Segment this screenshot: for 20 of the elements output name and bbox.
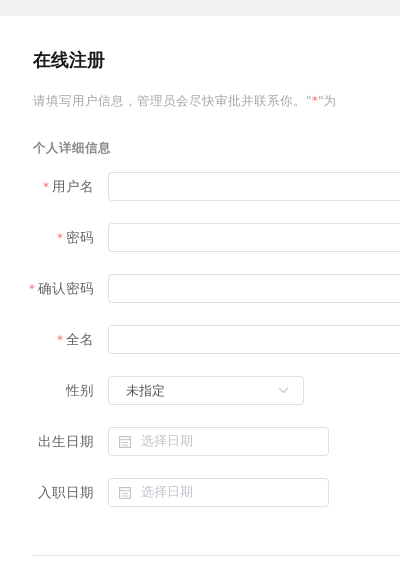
page-title: 在线注册 <box>33 49 106 73</box>
field-label: * 密码 <box>56 228 95 246</box>
text-input[interactable] <box>108 274 400 303</box>
date-input[interactable]: 选择日期 <box>108 427 329 456</box>
text-input[interactable] <box>108 223 400 252</box>
field-label: * 用户名 <box>42 178 95 196</box>
gender-select[interactable]: 未指定 <box>108 376 304 405</box>
text-input[interactable] <box>108 325 400 354</box>
text-input[interactable] <box>108 172 400 201</box>
field-label: 性别 <box>64 382 95 400</box>
section-heading: 个人详细信息 <box>33 139 112 157</box>
form-description: 请填写用户信息，管理员会尽快审批并联系你。"*"为 <box>33 92 338 110</box>
field-label: * 确认密码 <box>28 280 95 298</box>
field-label: 出生日期 <box>37 432 95 450</box>
calendar-icon <box>119 487 131 499</box>
field-label: 入职日期 <box>37 484 95 502</box>
field-label: * 全名 <box>56 330 95 348</box>
date-input[interactable]: 选择日期 <box>108 478 329 507</box>
calendar-icon <box>119 436 131 448</box>
chevron-down-icon <box>278 387 289 394</box>
